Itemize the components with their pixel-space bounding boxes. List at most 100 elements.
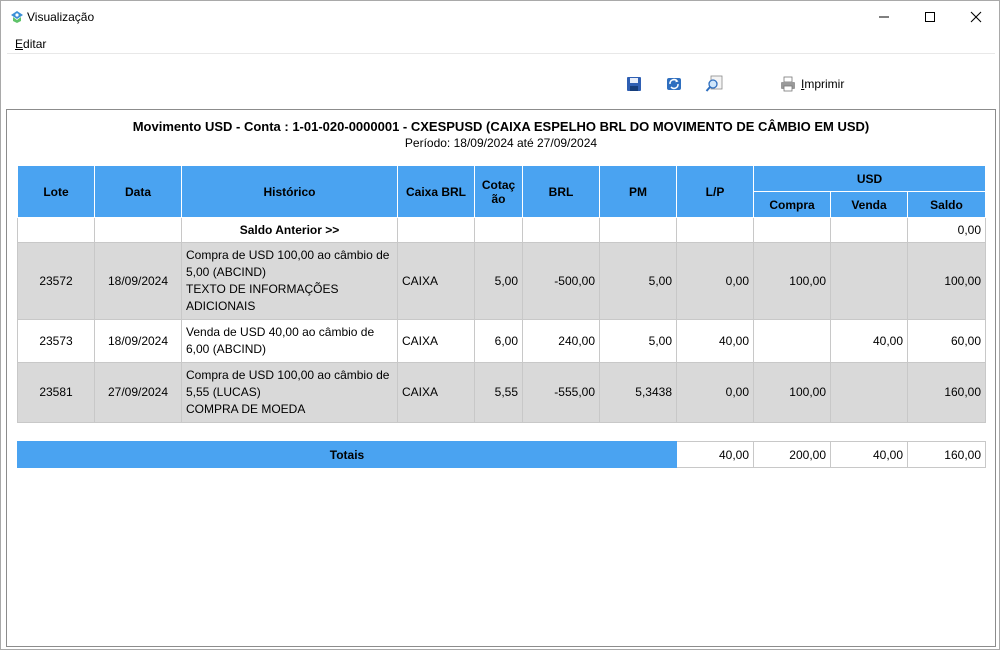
cell-venda — [830, 242, 908, 320]
cell-historico: Compra de USD 100,00 ao câmbio de 5,55 (… — [181, 362, 398, 423]
table-row: 23573 18/09/2024 Venda de USD 40,00 ao c… — [17, 319, 987, 363]
cell-caixa: CAIXA — [397, 362, 475, 423]
cell-brl: -555,00 — [522, 362, 600, 423]
zoom-icon — [705, 75, 723, 92]
cell-historico: Compra de USD 100,00 ao câmbio de 5,00 (… — [181, 242, 398, 320]
movement-table: Lote Data Histórico Caixa BRL Cotaç ão BR… — [17, 165, 987, 423]
zoom-button[interactable] — [703, 73, 725, 95]
saldo-anterior-row: Saldo Anterior >> 0,00 — [17, 217, 987, 243]
col-header-cotacao-line1: Cotaç — [481, 177, 516, 192]
historico-line: Venda de USD 40,00 ao câmbio de 6,00 (AB… — [186, 325, 375, 356]
save-button[interactable] — [623, 73, 645, 95]
cell-lp: 0,00 — [676, 242, 754, 320]
minimize-icon — [879, 16, 889, 18]
saldo-anterior-empty — [522, 217, 600, 243]
totals-row: Totais 40,00 200,00 40,00 160,00 — [17, 441, 986, 468]
cell-cotacao: 6,00 — [474, 319, 523, 363]
col-header-pm: PM — [599, 165, 677, 218]
saldo-anterior-empty — [94, 217, 182, 243]
cell-historico: Venda de USD 40,00 ao câmbio de 6,00 (AB… — [181, 319, 398, 363]
saldo-anterior-empty — [17, 217, 95, 243]
refresh-icon — [667, 78, 681, 90]
table-row: 23581 27/09/2024 Compra de USD 100,00 ao… — [17, 362, 987, 423]
cell-data: 18/09/2024 — [94, 242, 182, 320]
cell-compra: 100,00 — [753, 362, 831, 423]
preview-window: Visualização Editar Imprimir Movimento U… — [0, 0, 1000, 650]
col-header-saldo: Saldo — [906, 191, 987, 218]
cell-lote: 23572 — [17, 242, 95, 320]
title-bar: Visualização — [1, 1, 999, 33]
cell-data: 27/09/2024 — [94, 362, 182, 423]
cell-compra: 100,00 — [753, 242, 831, 320]
col-header-compra: Compra — [753, 191, 831, 218]
cell-lp: 0,00 — [676, 362, 754, 423]
cell-brl: -500,00 — [522, 242, 600, 320]
menu-bar: Editar — [7, 35, 995, 54]
cell-lp: 40,00 — [676, 319, 754, 363]
report-title: Movimento USD - Conta : 1-01-020-0000001… — [132, 119, 870, 134]
totals-saldo: 160,00 — [907, 441, 986, 468]
maximize-icon — [925, 12, 935, 22]
cell-pm: 5,3438 — [599, 362, 677, 423]
col-header-historico: Histórico — [181, 165, 398, 218]
col-header-lp: L/P — [676, 165, 754, 218]
historico-line: COMPRA DE MOEDA — [186, 402, 306, 416]
menu-editar-label: ditar — [23, 37, 47, 51]
cell-saldo: 160,00 — [906, 362, 987, 423]
cell-compra — [753, 319, 831, 363]
saldo-anterior-empty — [397, 217, 475, 243]
col-header-caixa: Caixa BRL — [397, 165, 475, 218]
cell-pm: 5,00 — [599, 242, 677, 320]
cell-data: 18/09/2024 — [94, 319, 182, 363]
maximize-button[interactable] — [907, 1, 953, 33]
print-label: Imprimir — [801, 77, 844, 91]
save-icon — [627, 77, 641, 91]
col-header-brl: BRL — [522, 165, 600, 218]
saldo-anterior-label: Saldo Anterior >> — [181, 217, 398, 243]
saldo-anterior-empty — [599, 217, 677, 243]
refresh-button[interactable] — [663, 73, 685, 95]
saldo-anterior-empty — [676, 217, 754, 243]
saldo-anterior-value: 0,00 — [906, 217, 987, 243]
printer-icon — [781, 76, 795, 92]
saldo-anterior-empty — [474, 217, 523, 243]
col-header-cotacao: Cotaç ão — [474, 165, 523, 218]
totals-venda: 40,00 — [830, 441, 908, 468]
col-header-cotacao-line2: ão — [491, 191, 506, 206]
window-title: Visualização — [27, 10, 95, 24]
table-row: 23572 18/09/2024 Compra de USD 100,00 ao… — [17, 242, 987, 320]
col-header-venda: Venda — [830, 191, 908, 218]
totals-lp: 40,00 — [676, 441, 754, 468]
cell-cotacao: 5,55 — [474, 362, 523, 423]
historico-line: Compra de USD 100,00 ao câmbio de 5,00 (… — [186, 248, 390, 279]
app-icon — [9, 9, 25, 25]
close-icon — [970, 11, 982, 23]
totals-table: Totais 40,00 200,00 40,00 160,00 — [17, 441, 986, 468]
cell-venda: 40,00 — [830, 319, 908, 363]
cell-caixa: CAIXA — [397, 242, 475, 320]
cell-cotacao: 5,00 — [474, 242, 523, 320]
totals-compra: 200,00 — [753, 441, 831, 468]
cell-saldo: 100,00 — [906, 242, 987, 320]
close-button[interactable] — [953, 1, 999, 33]
col-header-lote: Lote — [17, 165, 95, 218]
report-period: Período: 18/09/2024 até 27/09/2024 — [404, 136, 598, 150]
saldo-anterior-empty — [830, 217, 908, 243]
cell-lote: 23573 — [17, 319, 95, 363]
cell-brl: 240,00 — [522, 319, 600, 363]
cell-venda — [830, 362, 908, 423]
cell-saldo: 60,00 — [906, 319, 987, 363]
col-header-usd: USD — [752, 165, 987, 192]
report-preview[interactable]: Movimento USD - Conta : 1-01-020-0000001… — [6, 109, 996, 647]
saldo-anterior-empty — [753, 217, 831, 243]
minimize-button[interactable] — [861, 1, 907, 33]
cell-caixa: CAIXA — [397, 319, 475, 363]
print-button[interactable]: Imprimir — [779, 73, 844, 95]
historico-line: TEXTO DE INFORMAÇÕES ADICIONAIS — [186, 282, 339, 313]
cell-lote: 23581 — [17, 362, 95, 423]
historico-line: Compra de USD 100,00 ao câmbio de 5,55 (… — [186, 368, 390, 399]
menu-editar[interactable]: Editar — [15, 37, 46, 51]
cell-pm: 5,00 — [599, 319, 677, 363]
menu-editar-accel: E — [15, 37, 24, 51]
totals-label: Totais — [17, 441, 677, 468]
